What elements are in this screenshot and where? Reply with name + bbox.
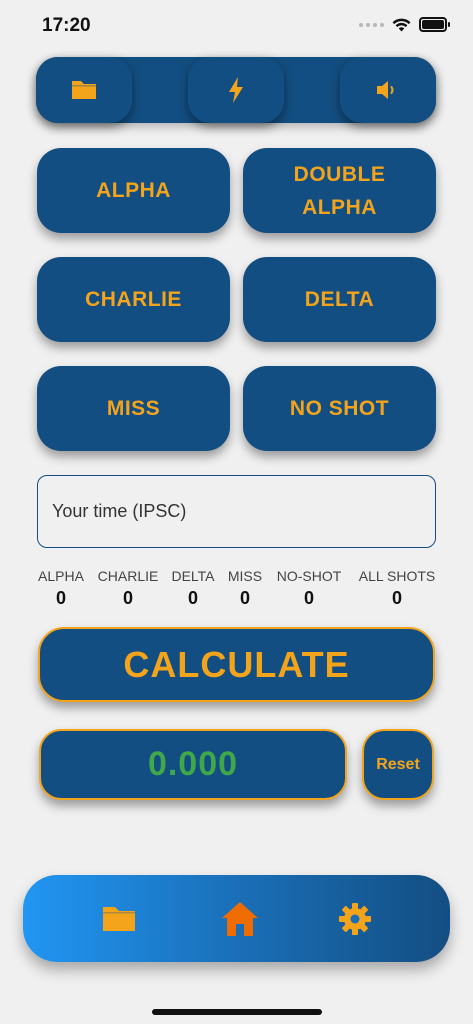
counter-value: 0: [187, 588, 199, 608]
flash-button[interactable]: [188, 57, 284, 123]
home-icon: [222, 901, 258, 936]
folder-icon: [72, 81, 96, 99]
wifi-icon: [392, 18, 411, 31]
sound-button[interactable]: [340, 57, 436, 123]
alpha-button[interactable]: ALPHA: [37, 148, 230, 233]
counter-label: MISS: [227, 568, 263, 584]
reset-button[interactable]: Reset: [362, 729, 434, 800]
double-alpha-button[interactable]: DOUBLE ALPHA: [243, 148, 436, 233]
nav-home[interactable]: [210, 875, 270, 962]
folder-button[interactable]: [36, 57, 132, 123]
calculate-button[interactable]: CALCULATE: [38, 627, 435, 702]
delta-button[interactable]: DELTA: [243, 257, 436, 342]
counter-label: NO-SHOT: [276, 568, 342, 584]
speaker-icon: [377, 81, 394, 99]
bottom-nav: [23, 875, 450, 962]
no-shot-button[interactable]: NO SHOT: [243, 366, 436, 451]
lightning-icon: [229, 77, 243, 103]
counter-value: 0: [303, 588, 314, 608]
nav-folder[interactable]: [89, 875, 149, 962]
counter-label: DELTA: [171, 568, 215, 584]
result-display: 0.000: [39, 729, 347, 800]
status-time: 17:20: [42, 15, 91, 36]
counter-charlie: CHARLIE 0: [98, 568, 159, 609]
counter-alpha: ALPHA 0: [38, 568, 84, 609]
status-icons: [359, 17, 450, 32]
counter-value: 0: [239, 588, 251, 608]
counter-no-shot: NO-SHOT 0: [277, 568, 342, 609]
counter-value: 0: [55, 588, 67, 608]
charlie-button[interactable]: CHARLIE: [37, 257, 230, 342]
folder-icon: [103, 906, 135, 931]
top-toolbar: [36, 57, 436, 123]
nav-settings[interactable]: [325, 875, 385, 962]
counter-value: 0: [122, 588, 133, 608]
counter-label: ALL SHOTS: [358, 568, 436, 584]
counter-miss: MISS 0: [228, 568, 262, 609]
counter-all-shots: ALL SHOTS 0: [359, 568, 436, 609]
status-bar: 17:20: [0, 0, 473, 52]
home-indicator: [152, 1009, 322, 1015]
counter-label: ALPHA: [38, 568, 84, 584]
counter-label: CHARLIE: [97, 568, 159, 584]
gear-icon: [339, 902, 371, 935]
time-input[interactable]: [37, 475, 436, 548]
counter-value: 0: [391, 588, 403, 608]
battery-icon: [419, 17, 450, 32]
signal-icon: [359, 22, 384, 27]
miss-button[interactable]: MISS: [37, 366, 230, 451]
counter-delta: DELTA 0: [171, 568, 214, 609]
